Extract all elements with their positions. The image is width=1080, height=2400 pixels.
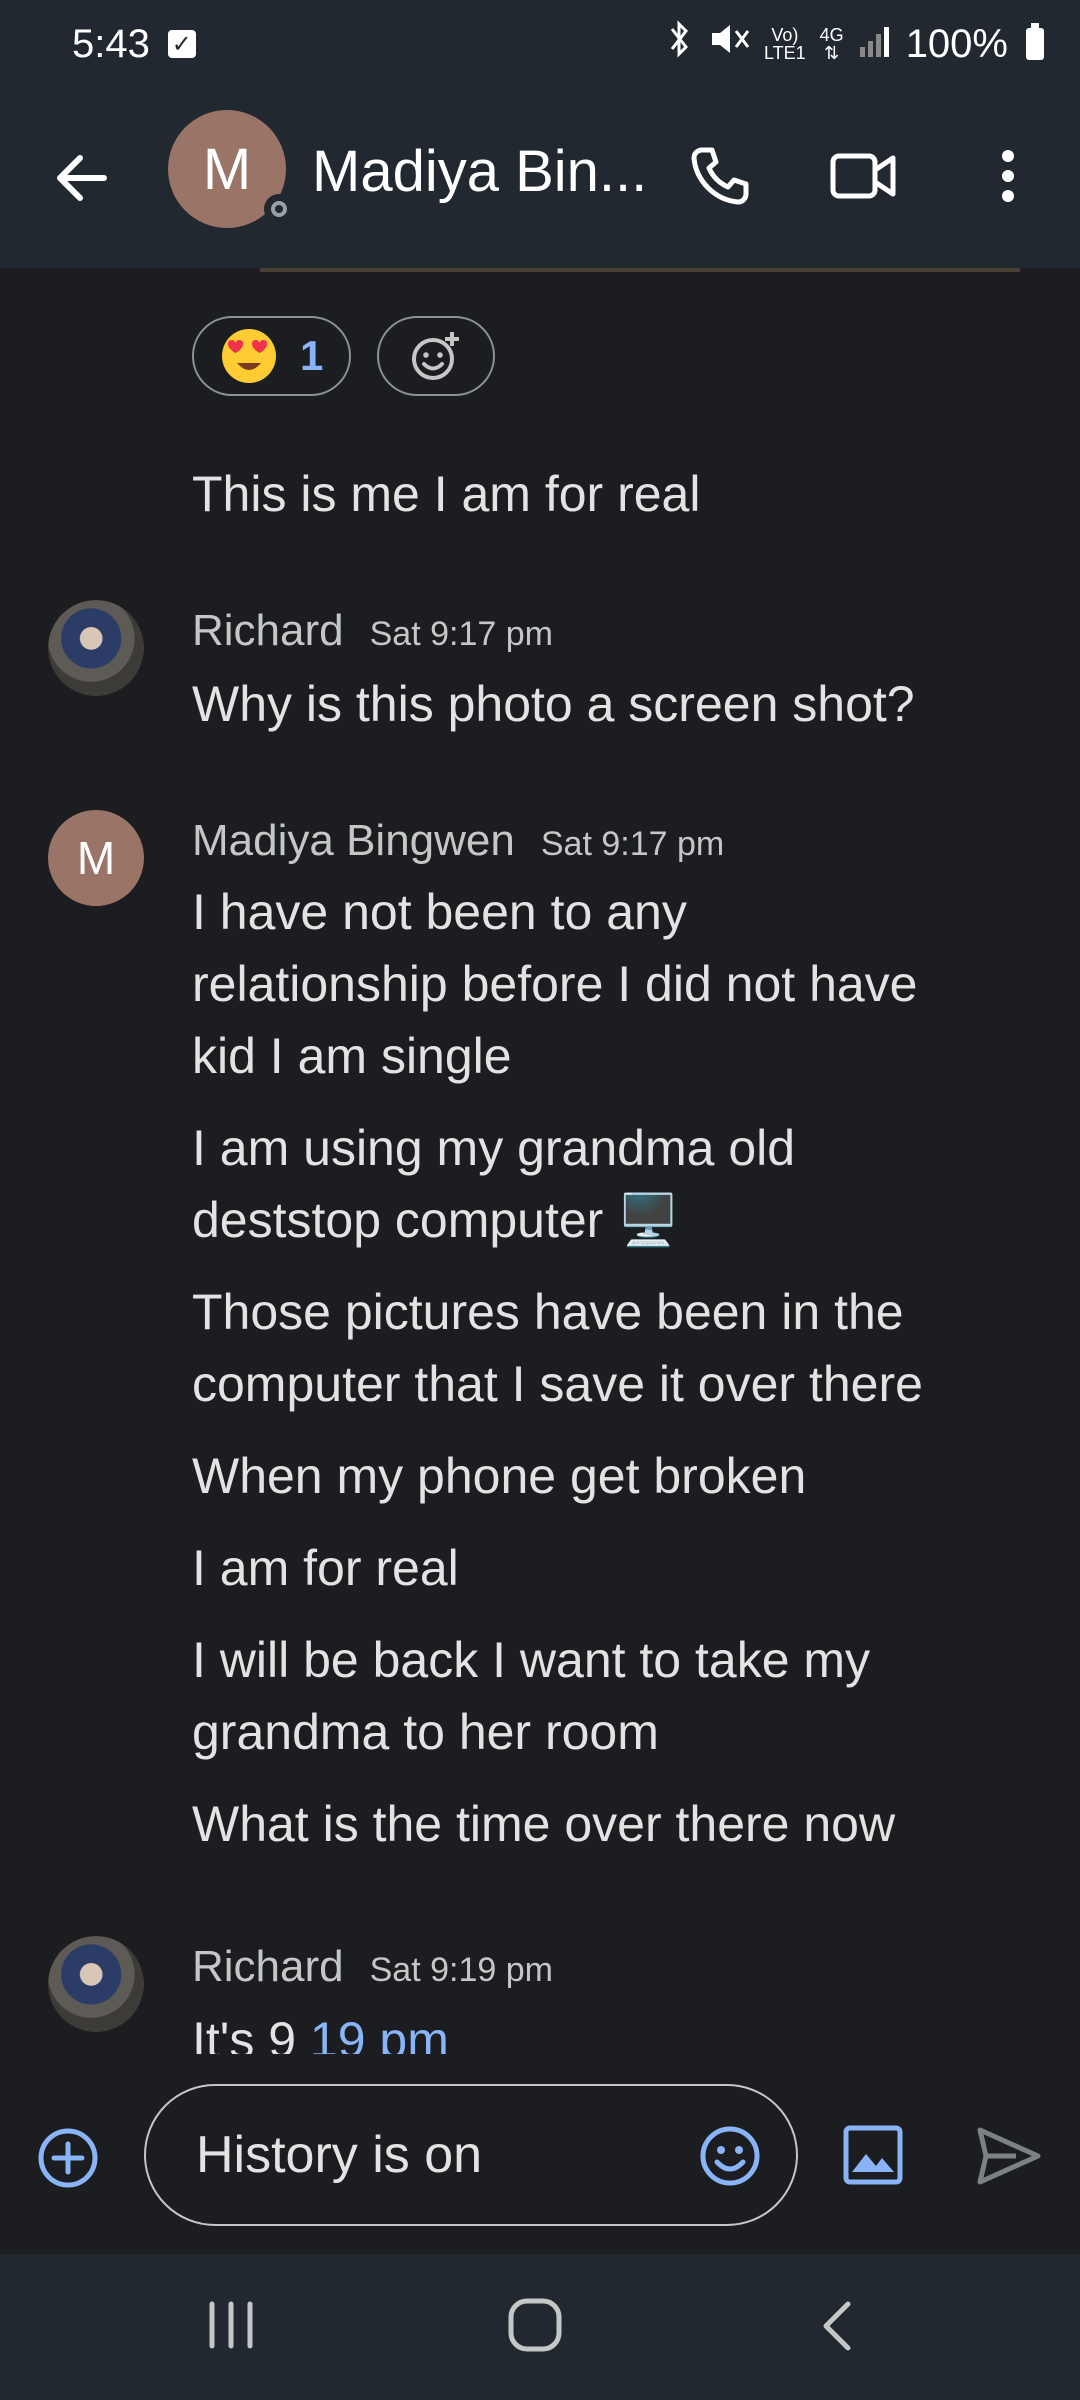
network-4g-indicator: 4G ⇅ bbox=[819, 25, 844, 63]
sender-avatar-richard[interactable] bbox=[48, 1936, 144, 2032]
reaction-row: 1 bbox=[192, 316, 496, 396]
video-call-button[interactable] bbox=[824, 136, 904, 216]
message-text[interactable]: I have not been to any relationship befo… bbox=[192, 876, 1032, 1092]
message-list[interactable]: 1 This is me I am for real Richard Sat 9… bbox=[0, 268, 1080, 2054]
sender-name: Richard bbox=[192, 606, 344, 655]
message-text[interactable]: I am using my grandma old deststop compu… bbox=[192, 1112, 1032, 1256]
emoji-icon bbox=[700, 2126, 760, 2186]
chevron-left-icon bbox=[823, 2301, 851, 2351]
conversation-header: M Madiya Bin... bbox=[0, 88, 1080, 268]
more-options-button[interactable] bbox=[968, 136, 1048, 216]
presence-indicator-icon bbox=[264, 194, 294, 224]
message-text[interactable]: What is the time over there now bbox=[192, 1788, 1032, 1860]
message-header: Madiya Bingwen Sat 9:17 pm bbox=[192, 816, 724, 866]
reaction-heart-eyes-chip[interactable]: 1 bbox=[192, 316, 352, 396]
message-text[interactable]: Those pictures have been in the computer… bbox=[192, 1276, 1032, 1420]
message-text[interactable]: When my phone get broken bbox=[192, 1440, 1032, 1512]
home-button[interactable] bbox=[506, 2296, 564, 2359]
sender-name: Madiya Bingwen bbox=[192, 816, 515, 865]
arrow-back-icon bbox=[57, 155, 107, 201]
message-timestamp: Sat 9:17 pm bbox=[369, 615, 553, 653]
recent-apps-button[interactable] bbox=[204, 2298, 258, 2357]
gallery-button[interactable] bbox=[842, 2124, 904, 2191]
send-button[interactable] bbox=[976, 2126, 1042, 2191]
back-nav-button[interactable] bbox=[816, 2298, 856, 2359]
add-reaction-icon bbox=[412, 332, 460, 380]
signal-icon bbox=[858, 22, 892, 67]
send-icon bbox=[977, 2127, 1041, 2185]
heart-eyes-emoji-icon bbox=[222, 329, 276, 383]
sender-avatar-madiya[interactable]: M bbox=[48, 810, 144, 906]
home-icon bbox=[508, 2298, 562, 2352]
battery-percent: 100% bbox=[905, 21, 1008, 66]
bluetooth-icon bbox=[664, 19, 694, 69]
volte-indicator: Vo) LTE1 bbox=[763, 25, 806, 63]
image-attachment-edge[interactable] bbox=[260, 268, 1020, 272]
more-vert-icon bbox=[1002, 150, 1014, 202]
add-attachment-button[interactable] bbox=[36, 2126, 100, 2195]
contact-name[interactable]: Madiya Bin... bbox=[312, 138, 647, 205]
voice-call-button[interactable] bbox=[680, 136, 760, 216]
image-icon bbox=[843, 2125, 903, 2185]
message-text[interactable]: I will be back I want to take my grandma… bbox=[192, 1624, 1032, 1768]
recents-icon bbox=[209, 2301, 253, 2349]
time-link[interactable]: 19 pm bbox=[310, 2012, 449, 2054]
sender-avatar-richard[interactable] bbox=[48, 600, 144, 696]
message-text[interactable]: Why is this photo a screen shot? bbox=[192, 668, 1032, 740]
reaction-count: 1 bbox=[300, 332, 324, 379]
message-header: Richard Sat 9:19 pm bbox=[192, 1942, 553, 1992]
message-header: Richard Sat 9:17 pm bbox=[192, 606, 553, 656]
mute-icon bbox=[708, 19, 750, 69]
message-text[interactable]: This is me I am for real bbox=[192, 458, 1032, 530]
message-text[interactable]: I am for real bbox=[192, 1532, 1032, 1604]
compose-bar: History is on bbox=[0, 2054, 1080, 2254]
contact-avatar[interactable]: M bbox=[168, 110, 294, 228]
system-navigation-bar bbox=[0, 2254, 1080, 2400]
add-reaction-button[interactable] bbox=[377, 316, 496, 396]
emoji-button[interactable] bbox=[698, 2124, 762, 2193]
message-input-placeholder: History is on bbox=[196, 2126, 483, 2184]
sender-name: Richard bbox=[192, 1942, 344, 1991]
back-button[interactable] bbox=[50, 146, 114, 210]
video-camera-icon bbox=[830, 153, 896, 199]
add-circle-icon bbox=[38, 2128, 98, 2188]
message-text[interactable]: It's 9 19 pm bbox=[192, 2004, 1032, 2054]
status-icons: Vo) LTE1 4G ⇅ 100% bbox=[664, 19, 1044, 69]
phone-icon bbox=[691, 147, 749, 205]
status-bar: 5:43 ✓ Vo) LTE1 4G ⇅ 100% bbox=[0, 0, 1080, 88]
checkbox-notification-icon: ✓ bbox=[167, 30, 196, 58]
status-time: 5:43 bbox=[72, 21, 150, 66]
battery-icon bbox=[1026, 23, 1044, 60]
message-timestamp: Sat 9:19 pm bbox=[369, 1951, 553, 1989]
message-timestamp: Sat 9:17 pm bbox=[540, 825, 725, 863]
